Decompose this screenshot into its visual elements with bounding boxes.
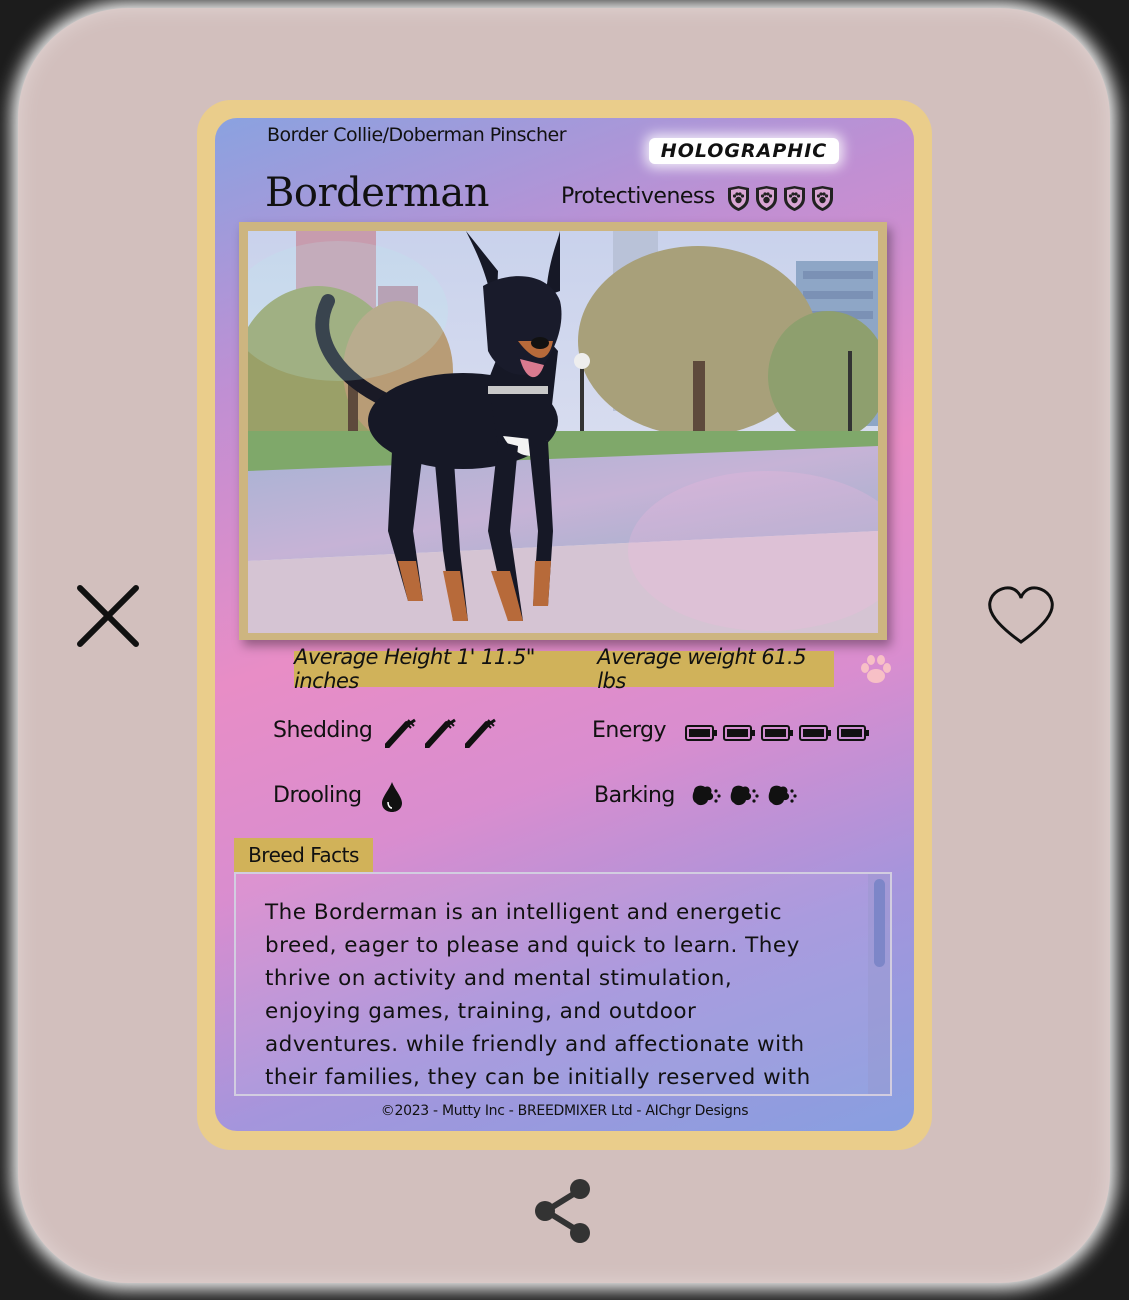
average-height: Average Height 1' 11.5" inches: [294, 645, 535, 693]
battery-icon: [799, 725, 831, 741]
shield-paw-icon: [728, 186, 749, 211]
average-weight: Average weight 61.5 lbs: [597, 645, 807, 693]
barking-dog-icon: [768, 785, 797, 806]
dog-photo: [248, 231, 878, 633]
comb-icon: [465, 718, 496, 748]
close-button[interactable]: [72, 580, 144, 652]
energy-label: Energy: [592, 718, 667, 743]
barking-label: Barking: [594, 783, 675, 808]
battery-icon: [685, 725, 717, 741]
protectiveness-rating: [726, 185, 835, 212]
like-button[interactable]: [984, 584, 1058, 648]
drooling-label: Drooling: [273, 783, 362, 808]
battery-icon: [761, 725, 793, 741]
facts-scrollbar-thumb[interactable]: [874, 879, 885, 967]
drooling-rating: [379, 780, 405, 814]
comb-icon: [425, 718, 456, 748]
shedding-label: Shedding: [273, 718, 373, 743]
barking-rating: [691, 783, 799, 811]
average-stats-bar: Average Height 1' 11.5" inches Average w…: [294, 645, 834, 693]
breed-facts-text: The Borderman is an intelligent and ener…: [265, 900, 811, 1090]
barking-dog-icon: [730, 785, 759, 806]
barking-dog-icon: [692, 785, 721, 806]
breed-facts-panel[interactable]: The Borderman is an intelligent and ener…: [234, 872, 892, 1096]
breed-mix-subtitle: Border Collie/Doberman Pinscher: [267, 124, 567, 146]
holographic-badge: HOLOGRAPHIC: [649, 138, 839, 164]
share-icon: [535, 1179, 590, 1243]
card-footer: ©2023 - Mutty Inc - BREEDMIXER Ltd - AIC…: [380, 1103, 749, 1119]
shedding-rating: [385, 718, 497, 748]
photo-frame: [239, 222, 887, 640]
comb-icon: [385, 718, 416, 748]
battery-icon: [837, 725, 869, 741]
heart-icon: [988, 586, 1054, 644]
facts-scrollbar[interactable]: [868, 874, 890, 1094]
shield-paw-icon: [756, 186, 777, 211]
share-button[interactable]: [530, 1176, 598, 1246]
close-icon: [77, 585, 139, 647]
breed-card[interactable]: Border Collie/Doberman Pinscher HOLOGRAP…: [215, 118, 914, 1131]
energy-rating: [685, 724, 869, 742]
battery-icon: [723, 725, 755, 741]
shield-paw-icon: [812, 186, 833, 211]
breed-title: Borderman: [265, 170, 490, 216]
paw-icon[interactable]: [859, 654, 893, 686]
protectiveness-label: Protectiveness: [561, 184, 715, 209]
shield-paw-icon: [784, 186, 805, 211]
droplet-icon: [382, 782, 402, 812]
breed-facts-tab[interactable]: Breed Facts: [234, 838, 373, 872]
